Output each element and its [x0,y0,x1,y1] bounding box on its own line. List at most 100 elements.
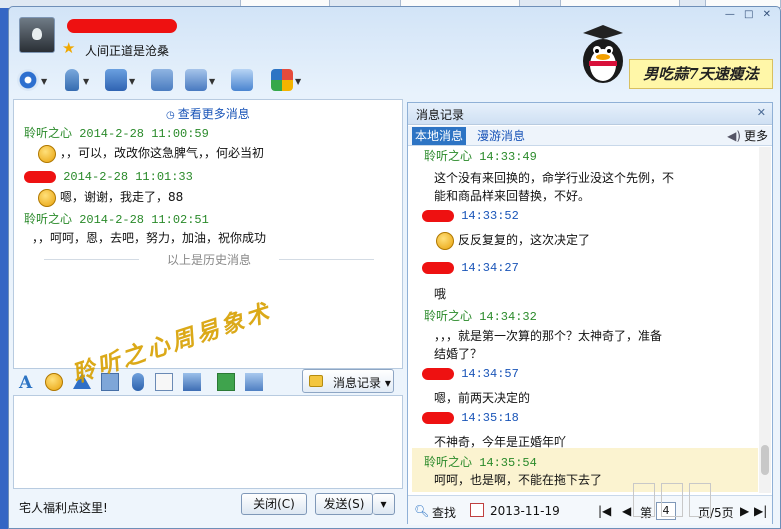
tab-local[interactable]: 本地消息 [412,127,467,145]
message-time: 2014-2-28 11:01:33 [63,170,193,184]
main-toolbar: ▼ ▼ ▼ ▼ ▼ [9,65,559,95]
font-icon[interactable]: A [19,373,37,393]
ad-banner[interactable]: 男吃蒜7天速瘦法 [565,19,774,95]
search-icon[interactable]: 🔍︎ [414,504,429,518]
history-time: 14:33:52 [461,209,519,223]
more-label: 更多 [743,129,768,143]
close-icon[interactable]: ✕ [757,106,766,119]
history-body: 不神奇，今年是正婚年吖 [434,435,567,449]
speaker-icon: ◀) [727,129,741,143]
sad-emoji-icon [38,188,56,207]
apps-icon[interactable] [271,69,293,91]
history-meta: 聆听之心 14:35:54 [424,456,537,470]
redacted-sender [422,411,454,424]
history-body: ，，，就是第一次算的那个？太神奇了，准备 [434,329,663,343]
history-body: 这个没有来回换的，命学行业没这个先例，不 [434,171,675,185]
calendar-icon[interactable] [470,503,484,517]
more-messages-link[interactable]: ◷ 查看更多消息 [166,105,250,122]
remote-assist-icon[interactable] [185,69,207,91]
gift-icon[interactable] [217,373,235,391]
history-panel-title: 消息记录 ✕ [408,103,772,125]
video-call-icon[interactable] [17,69,39,91]
history-time: 14:35:18 [461,411,519,425]
share-screen-icon[interactable] [231,69,253,91]
close-button[interactable]: 关闭(C) [241,493,307,515]
ad-text: 男吃蒜7天速瘦法 [629,59,773,89]
message-history-button[interactable]: 消息记录 ▾ [302,369,394,393]
send-options-button[interactable]: ▾ [373,493,395,515]
file-transfer-icon[interactable] [105,69,127,91]
message-input[interactable] [13,395,403,489]
history-body: 哦 [434,287,447,301]
screenshot-icon[interactable] [183,373,201,391]
redacted-sender [422,209,454,222]
ghost-box [661,483,683,517]
last-page-icon[interactable]: ▶| [754,504,767,518]
history-body: 结婚了？ [434,347,483,361]
promo-link[interactable]: 宅人福利点这里! [19,499,108,516]
history-body: 反反复复的，这次决定了 [436,231,590,250]
history-title: 消息记录 [416,108,465,122]
redacted-sender [24,170,56,183]
clock-icon: ◷ [166,110,175,121]
message-meta: 聆听之心 2014-2-28 11:00:59 [24,127,209,141]
scrollbar-thumb[interactable] [761,445,769,475]
chat-footer: 宅人福利点这里! 关闭(C) 发送(S) ▾ [13,491,403,523]
first-page-icon[interactable]: |◀ [598,504,611,518]
message-meta: 聆听之心 2014-2-28 11:02:51 [24,213,209,227]
history-meta: 14:35:18 [422,411,519,425]
more-button[interactable]: ◀) 更多 [727,127,768,145]
send-picture-icon[interactable] [245,373,263,391]
send-button[interactable]: 发送(S) [315,493,373,515]
search-label[interactable]: 查找 [432,504,456,521]
thinking-emoji-icon [38,144,56,163]
create-group-icon[interactable] [151,69,173,91]
date-label[interactable]: 2013-11-19 [490,504,560,518]
redacted-contact-name [67,19,177,33]
more-messages-label: 查看更多消息 [177,107,250,121]
voice-call-icon[interactable] [65,69,79,91]
chevron-down-icon[interactable]: ▼ [209,77,215,86]
chevron-down-icon[interactable]: ▼ [295,77,301,86]
history-body: 呵呵，也是啊，不能在拖下去了 [434,473,603,487]
message-text: 嗯，谢谢，我走了，88 [60,190,184,204]
ghost-box [689,483,711,517]
message-history-label: 消息记录 [333,376,382,390]
emoji-icon[interactable] [45,373,63,391]
redacted-sender [422,261,454,274]
history-scrollbar[interactable] [759,147,771,493]
history-body: 嗯，前两天决定的 [434,391,531,405]
history-panel: 消息记录 ✕ 本地消息 漫游消息 ◀) 更多 聆听之心 14:33:49 这个没有来… [407,102,773,525]
history-body: 能和商品样来回替换，不好。 [434,189,591,203]
voice-message-icon[interactable] [132,373,144,391]
message-text: ，，可以，改改你这急脾气，，何必当初 [60,146,265,160]
history-tabs: 本地消息 漫游消息 ◀) 更多 [408,126,772,146]
redacted-sender [422,367,454,380]
history-text: 反反复复的，这次决定了 [458,233,591,247]
chevron-down-icon[interactable]: ▼ [129,77,135,86]
signature-text: 人间正道是沧桑 [85,44,170,58]
grin-emoji-icon [436,231,454,250]
history-icon [309,375,323,387]
history-meta: 14:34:57 [422,367,519,381]
message-body: 嗯，谢谢，我走了，88 [38,188,183,207]
prev-page-icon[interactable]: ◀ [622,504,631,518]
chevron-down-icon[interactable]: ▼ [41,77,47,86]
message-body: ，，呵呵，恩，去吧，努力，加油，祝你成功 [32,231,267,245]
chevron-down-icon[interactable]: ▼ [83,77,89,86]
history-meta: 聆听之心 14:34:32 [424,310,537,324]
star-icon[interactable]: ★ [62,39,75,57]
history-meta: 聆听之心 14:33:49 [424,150,537,164]
tab-roaming[interactable]: 漫游消息 [474,127,528,145]
history-meta: 14:34:27 [422,261,519,275]
history-meta: 14:33:52 [422,209,519,223]
ghost-box [633,483,655,517]
chat-window: — □ ✕ ★ 人间正道是沧桑 男吃蒜7天速瘦法 ▼ ▼ ▼ ▼ ▼ ◷ 查看更多… [8,6,781,529]
note-icon[interactable] [155,373,173,391]
avatar[interactable] [19,17,55,53]
history-footer: 🔍︎ 查找 2013-11-19 |◀ ◀ 第 4 页/5页 ▶ ▶| [408,495,772,525]
history-time: 14:34:27 [461,261,519,275]
next-page-icon[interactable]: ▶ [740,504,749,518]
penguin-icon [583,25,623,83]
message-meta: 2014-2-28 11:01:33 [24,170,193,184]
